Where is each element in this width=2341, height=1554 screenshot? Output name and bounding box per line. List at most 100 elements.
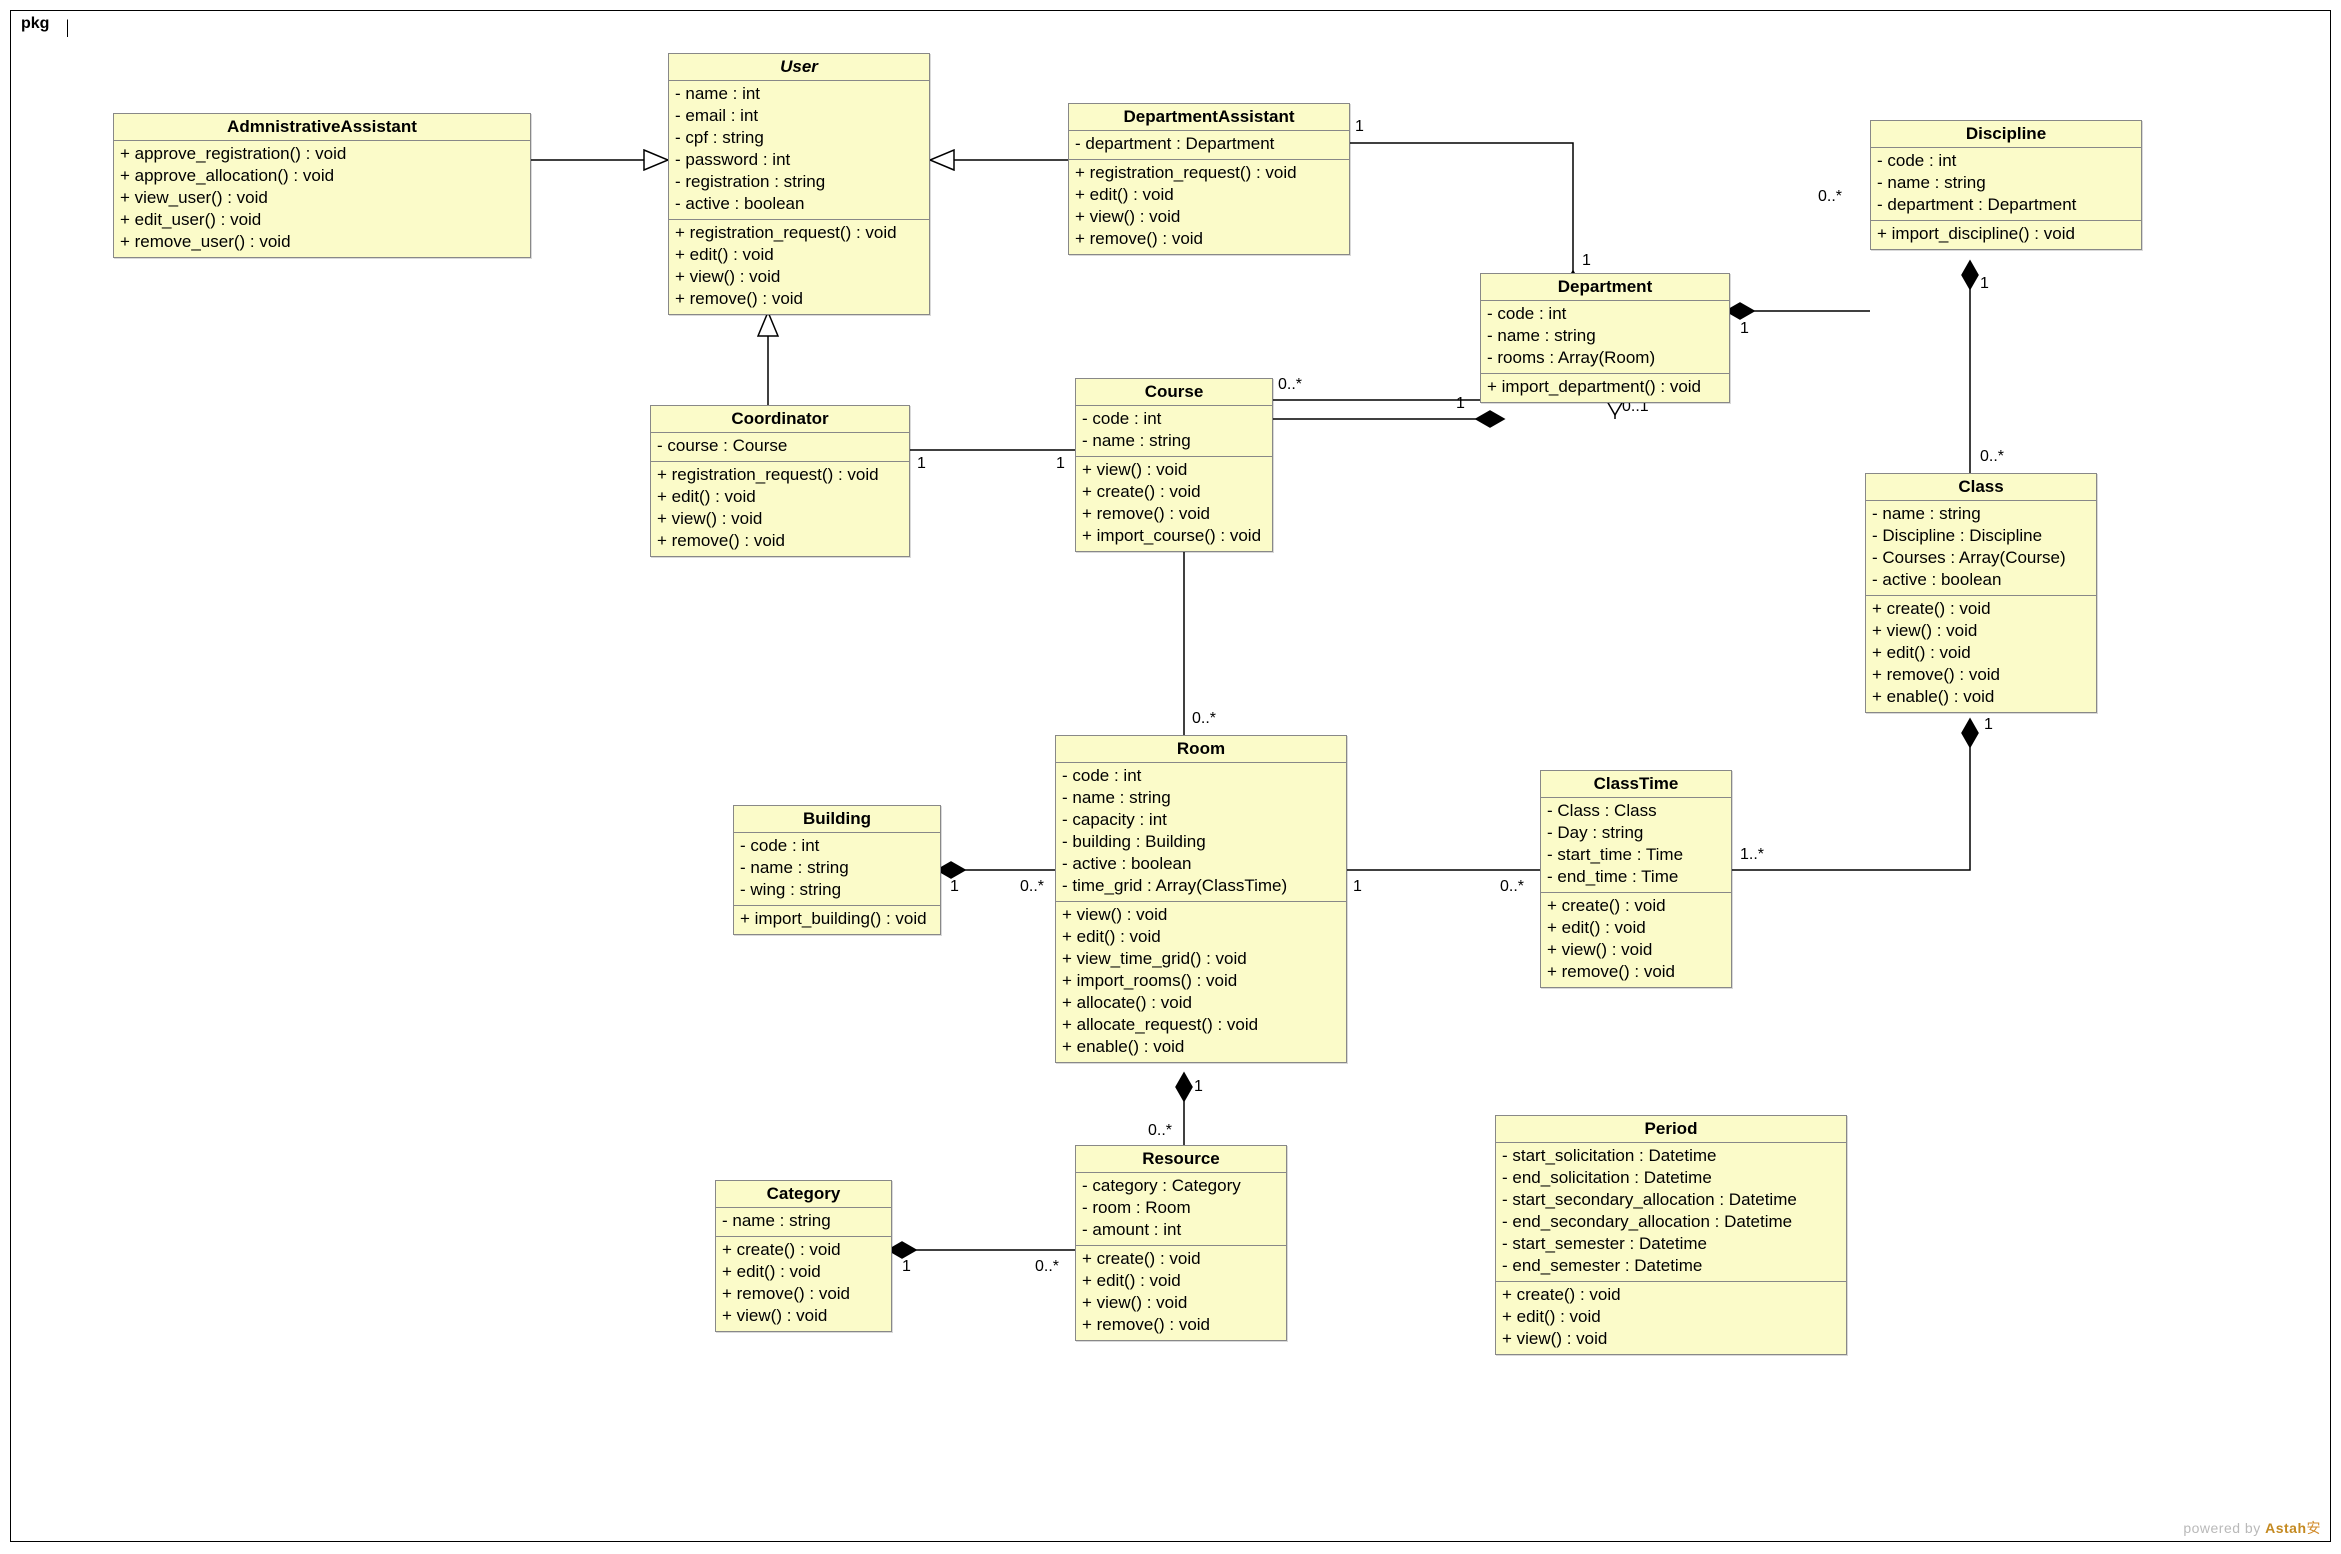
uml-member: + remove() : void <box>1872 664 2090 686</box>
uml-member: - start_semester : Datetime <box>1502 1233 1840 1255</box>
uml-member: - name : string <box>1062 787 1340 809</box>
ops: + import_building() : void <box>734 906 940 934</box>
uml-member: - email : int <box>675 105 923 127</box>
uml-member: - Class : Class <box>1547 800 1725 822</box>
uml-member: + remove_user() : void <box>120 231 524 253</box>
footer-mark: 安 <box>2307 1520 2322 1536</box>
footer: powered by Astah安 <box>2183 1518 2321 1538</box>
uml-member: - code : int <box>1062 765 1340 787</box>
class-name: Discipline <box>1871 121 2141 148</box>
mult: 1 <box>950 878 959 896</box>
class-name: Department <box>1481 274 1729 301</box>
ops: + view() : void+ edit() : void+ view_tim… <box>1056 902 1346 1062</box>
class-course: Course - code : int- name : string + vie… <box>1075 378 1273 552</box>
uml-member: + view_time_grid() : void <box>1062 948 1340 970</box>
mult: 0..* <box>1500 878 1524 896</box>
class-name: Course <box>1076 379 1272 406</box>
uml-member: + import_department() : void <box>1487 376 1723 398</box>
footer-brand: Astah <box>2265 1520 2306 1536</box>
mult: 1 <box>1056 455 1065 473</box>
uml-member: - Day : string <box>1547 822 1725 844</box>
uml-member: - code : int <box>740 835 934 857</box>
class-name: AdmnistrativeAssistant <box>114 114 530 141</box>
uml-member: + edit_user() : void <box>120 209 524 231</box>
attrs: - category : Category- room : Room- amou… <box>1076 1173 1286 1246</box>
uml-member: + allocate() : void <box>1062 992 1340 1014</box>
class-name: Room <box>1056 736 1346 763</box>
ops: + import_department() : void <box>1481 374 1729 402</box>
ops: + create() : void+ edit() : void+ view()… <box>1541 893 1731 987</box>
class-name: Class <box>1866 474 2096 501</box>
attrs: - start_solicitation : Datetime- end_sol… <box>1496 1143 1846 1282</box>
mult: 0..* <box>1818 188 1842 206</box>
attrs: - code : int- name : string- wing : stri… <box>734 833 940 906</box>
uml-member: + create() : void <box>1502 1284 1840 1306</box>
uml-member: + view() : void <box>1082 1292 1280 1314</box>
ops: + create() : void+ edit() : void+ view()… <box>1496 1282 1846 1354</box>
uml-member: - room : Room <box>1082 1197 1280 1219</box>
uml-member: + create() : void <box>1082 1248 1280 1270</box>
uml-member: - name : int <box>675 83 923 105</box>
mult: 1 <box>917 455 926 473</box>
uml-member: + edit() : void <box>722 1261 885 1283</box>
uml-member: - amount : int <box>1082 1219 1280 1241</box>
mult: 0..* <box>1192 710 1216 728</box>
uml-member: + view() : void <box>657 508 903 530</box>
uml-member: + edit() : void <box>1502 1306 1840 1328</box>
uml-member: - password : int <box>675 149 923 171</box>
footer-prefix: powered by <box>2183 1520 2265 1536</box>
class-name: User <box>669 54 929 81</box>
uml-member: - start_secondary_allocation : Datetime <box>1502 1189 1840 1211</box>
ops: + create() : void+ edit() : void+ remove… <box>716 1237 891 1331</box>
uml-member: + remove() : void <box>657 530 903 552</box>
uml-member: + edit() : void <box>657 486 903 508</box>
uml-member: - department : Department <box>1877 194 2135 216</box>
class-admin: AdmnistrativeAssistant + approve_registr… <box>113 113 531 258</box>
uml-member: - name : string <box>1877 172 2135 194</box>
uml-member: - name : string <box>740 857 934 879</box>
uml-member: - category : Category <box>1082 1175 1280 1197</box>
uml-member: + import_rooms() : void <box>1062 970 1340 992</box>
ops: + approve_registration() : void+ approve… <box>114 141 530 257</box>
ops: + create() : void+ edit() : void+ view()… <box>1076 1246 1286 1340</box>
uml-member: + create() : void <box>1872 598 2090 620</box>
uml-member: - registration : string <box>675 171 923 193</box>
class-classtime: ClassTime - Class : Class- Day : string-… <box>1540 770 1732 988</box>
attrs: - code : int- name : string- capacity : … <box>1056 763 1346 902</box>
class-name: Coordinator <box>651 406 909 433</box>
class-name: ClassTime <box>1541 771 1731 798</box>
mult: 1 <box>1980 275 1989 293</box>
uml-member: - end_secondary_allocation : Datetime <box>1502 1211 1840 1233</box>
uml-member: - cpf : string <box>675 127 923 149</box>
uml-member: - time_grid : Array(ClassTime) <box>1062 875 1340 897</box>
uml-member: + remove() : void <box>1082 1314 1280 1336</box>
uml-member: - start_solicitation : Datetime <box>1502 1145 1840 1167</box>
attrs: - name : string <box>716 1208 891 1237</box>
uml-member: + remove() : void <box>1547 961 1725 983</box>
class-name: Building <box>734 806 940 833</box>
uml-member: - start_time : Time <box>1547 844 1725 866</box>
mult: 1 <box>1582 252 1591 270</box>
mult: 0..* <box>1020 878 1044 896</box>
ops: + create() : void+ view() : void+ edit()… <box>1866 596 2096 712</box>
class-discipline: Discipline - code : int- name : string- … <box>1870 120 2142 250</box>
uml-member: + view() : void <box>1082 459 1266 481</box>
mult: 1 <box>1353 878 1362 896</box>
mult: 1 <box>1456 395 1465 413</box>
uml-member: - department : Department <box>1075 133 1343 155</box>
uml-member: - end_time : Time <box>1547 866 1725 888</box>
mult: 0..* <box>1278 376 1302 394</box>
uml-member: - end_solicitation : Datetime <box>1502 1167 1840 1189</box>
class-room: Room - code : int- name : string- capaci… <box>1055 735 1347 1063</box>
uml-member: + view_user() : void <box>120 187 524 209</box>
mult: 1 <box>1740 320 1749 338</box>
uml-member: - Discipline : Discipline <box>1872 525 2090 547</box>
class-name: Resource <box>1076 1146 1286 1173</box>
uml-member: + approve_registration() : void <box>120 143 524 165</box>
mult: 1 <box>902 1258 911 1276</box>
uml-member: + enable() : void <box>1872 686 2090 708</box>
uml-member: + remove() : void <box>1075 228 1343 250</box>
class-name: DepartmentAssistant <box>1069 104 1349 131</box>
uml-member: + allocate_request() : void <box>1062 1014 1340 1036</box>
uml-member: - Courses : Array(Course) <box>1872 547 2090 569</box>
